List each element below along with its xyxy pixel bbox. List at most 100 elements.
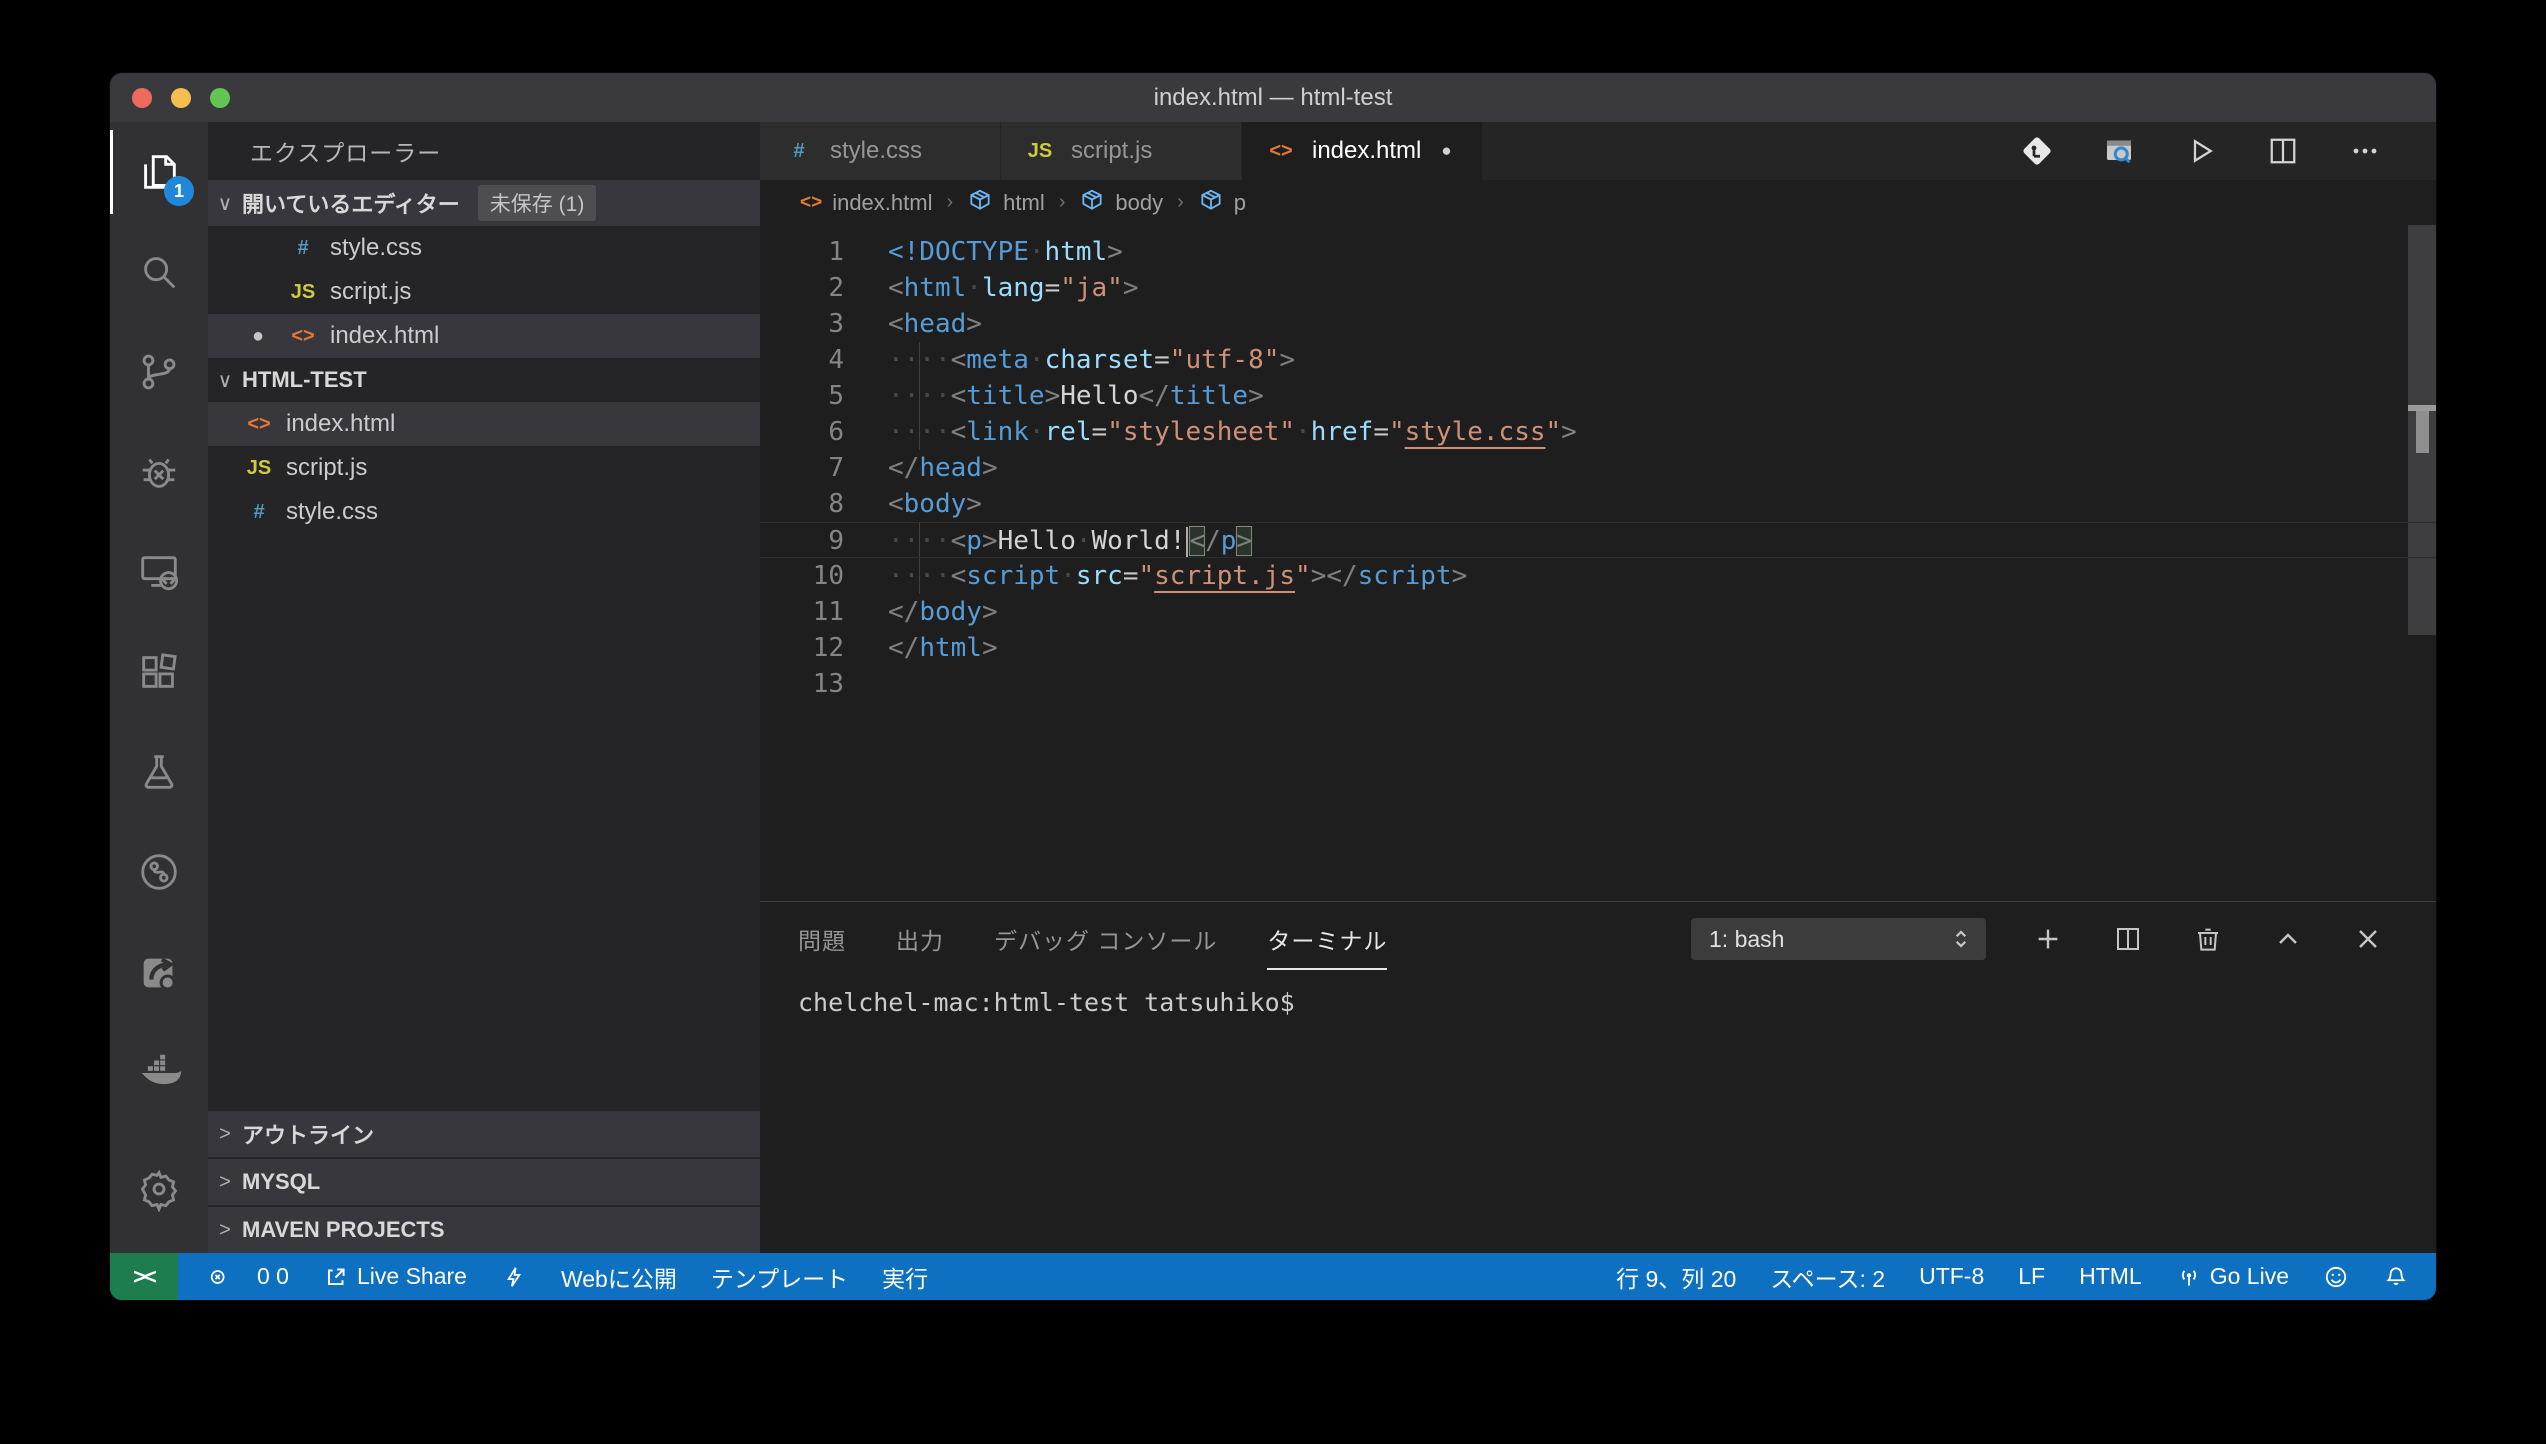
file-label: style.css (286, 498, 378, 526)
editor-actions (2018, 122, 2436, 180)
sidebar-section-mysql[interactable]: >MYSQL (208, 1159, 760, 1205)
file-item-style-css[interactable]: #style.css (208, 490, 760, 534)
file-label: index.html (286, 410, 395, 438)
panel-split-terminal[interactable] (2110, 921, 2146, 957)
status-label: HTML (2079, 1263, 2142, 1290)
panel-tab-[interactable]: ターミナル (1267, 922, 1387, 956)
status-indentation[interactable]: スペース: 2 (1753, 1253, 1902, 1300)
breadcrumb-item-index-html[interactable]: <>index.html (800, 190, 932, 216)
html-file-icon: <> (242, 413, 276, 436)
extensions-icon (136, 649, 182, 695)
activity-bar-item-search[interactable] (110, 222, 208, 322)
status-bolt[interactable] (484, 1253, 544, 1300)
remote-indicator[interactable]: >< (110, 1253, 178, 1300)
sidebar-section-maven-projects[interactable]: >MAVEN PROJECTS (208, 1207, 760, 1253)
file-item-index-html[interactable]: <> index.html (208, 402, 760, 446)
activity-bar-item-extensions[interactable] (110, 622, 208, 722)
activity-bar-item-explorer[interactable]: 1 (110, 122, 208, 222)
file-label: script.js (286, 454, 367, 482)
status-label: 行 9、列 20 (1616, 1260, 1736, 1294)
status-label: 実行 (882, 1260, 928, 1294)
code-line-text: </html> (888, 630, 998, 666)
status-feedback[interactable] (2306, 1253, 2366, 1300)
code-editor[interactable]: 1<!DOCTYPE·html>2<html·lang="ja">3<head>… (760, 225, 2436, 901)
select-arrows-icon (1948, 926, 1974, 952)
panel-tab-[interactable]: 問題 (798, 922, 846, 956)
status-template[interactable]: テンプレート (694, 1253, 865, 1300)
chevron-right-icon: > (208, 1171, 242, 1194)
open-preview-icon (2101, 133, 2137, 169)
code-line-13: 13 (760, 666, 2436, 702)
remote-explorer-icon (136, 549, 182, 595)
activity-bar-item-test-flask[interactable] (110, 722, 208, 822)
zoom-window-button[interactable] (210, 88, 230, 108)
breadcrumb-item-p[interactable]: p (1198, 187, 1246, 219)
status-notifications[interactable] (2366, 1253, 2426, 1300)
breadcrumb-item-html[interactable]: html (967, 187, 1045, 219)
panel-maximize-panel[interactable] (2270, 921, 2306, 957)
status-go-live[interactable]: Go Live (2159, 1253, 2306, 1300)
action-more-actions[interactable] (2346, 132, 2384, 170)
open-editor-item-style-css[interactable]: #style.css (208, 226, 760, 270)
action-split-editor[interactable] (2264, 132, 2302, 170)
status-language-mode[interactable]: HTML (2062, 1253, 2159, 1300)
line-number: 1 (760, 234, 844, 270)
activity-bar-item-publish[interactable] (110, 922, 208, 1022)
panel-new-terminal[interactable] (2030, 921, 2066, 957)
action-open-preview[interactable] (2100, 132, 2138, 170)
status-eol[interactable]: LF (2001, 1253, 2062, 1300)
line-number: 2 (760, 270, 844, 306)
line-number: 10 (760, 558, 844, 594)
chevron-down-icon: ∨ (208, 191, 242, 216)
status-label: Go Live (2210, 1263, 2289, 1290)
panel-kill-terminal[interactable] (2190, 921, 2226, 957)
code-line-3: 3<head> (760, 306, 2436, 342)
minimize-window-button[interactable] (171, 88, 191, 108)
status-run[interactable]: 実行 (865, 1253, 945, 1300)
breadcrumb-item-body[interactable]: body (1079, 187, 1163, 219)
code-line-7: 7</head> (760, 450, 2436, 486)
status-problems[interactable]: 0 0 (178, 1253, 306, 1300)
panel-controls: 1: bash (1691, 918, 2386, 960)
sidebar-section-[interactable]: >アウトライン (208, 1111, 760, 1157)
tab-script-js[interactable]: JSscript.js (1001, 122, 1241, 180)
status-label: スペース: 2 (1770, 1260, 1885, 1294)
chevron-right-icon: > (208, 1219, 242, 1242)
terminal[interactable]: chelchel-mac:html-test tatsuhiko$ (760, 976, 2436, 1253)
folder-section-header[interactable]: ∨ HTML-TEST (208, 358, 760, 402)
activity-bar-item-debug[interactable] (110, 422, 208, 522)
action-git-compare[interactable] (2018, 132, 2056, 170)
activity-bar-item-docker[interactable] (110, 1022, 208, 1122)
action-run[interactable] (2182, 132, 2220, 170)
code-line-text: </head> (888, 450, 998, 486)
terminal-select[interactable]: 1: bash (1691, 918, 1986, 960)
html-file-icon: <> (800, 192, 822, 214)
status-encoding[interactable]: UTF-8 (1902, 1253, 2001, 1300)
code-line-12: 12</html> (760, 630, 2436, 666)
panel-tab-[interactable]: 出力 (896, 922, 944, 956)
tab-index-html[interactable]: <>index.html● (1242, 122, 1482, 180)
activity-bar-item-settings-gear[interactable] (110, 1139, 208, 1239)
chevron-right-icon: > (208, 1123, 242, 1146)
file-item-script-js[interactable]: JSscript.js (208, 446, 760, 490)
code-line-6: 6····<link·rel="stylesheet"·href="style.… (760, 414, 2436, 450)
open-editors-header[interactable]: ∨ 開いているエディター 未保存 (1) (208, 180, 760, 226)
symbol-cube-icon (967, 187, 993, 219)
tab-style-css[interactable]: #style.css (760, 122, 1000, 180)
activity-bar-item-gitlens[interactable] (110, 822, 208, 922)
panel-tab-[interactable]: デバッグ コンソール (994, 922, 1217, 956)
status-live-share[interactable]: Live Share (306, 1253, 484, 1300)
status-publish-web[interactable]: Webに公開 (544, 1253, 694, 1300)
open-editor-item-script-js[interactable]: JSscript.js (208, 270, 760, 314)
close-window-button[interactable] (132, 88, 152, 108)
code-line-8: 8<body> (760, 486, 2436, 522)
breadcrumb[interactable]: <>index.html›html›body›p (760, 180, 2436, 225)
activity-bar-item-remote-explorer[interactable] (110, 522, 208, 622)
activity-bar-item-source-control[interactable] (110, 322, 208, 422)
panel-close-panel[interactable] (2350, 921, 2386, 957)
status-cursor-position[interactable]: 行 9、列 20 (1599, 1253, 1753, 1300)
folder-name: HTML-TEST (242, 367, 367, 393)
close-panel-icon (2352, 923, 2384, 955)
open-editor-item-index-html[interactable]: ●<>index.html (208, 314, 760, 358)
kill-terminal-icon (2192, 923, 2224, 955)
